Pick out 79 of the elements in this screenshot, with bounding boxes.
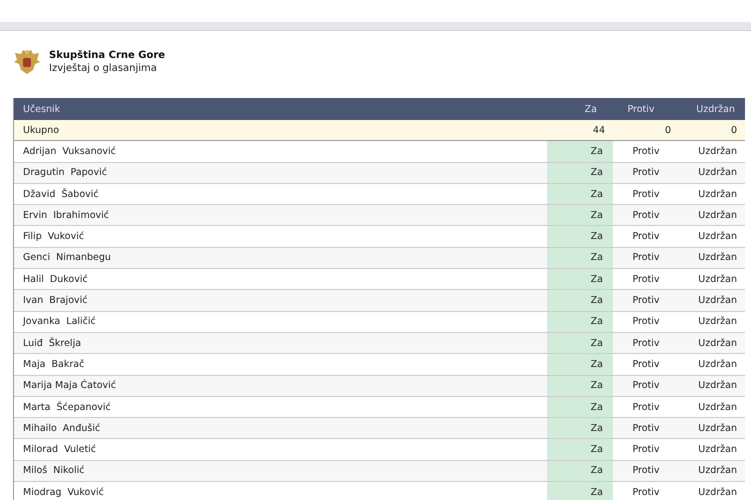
- parliament-title: Skupština Crne Gore: [49, 49, 166, 62]
- participant-name: Halil Duković: [22, 272, 89, 287]
- vote-cell: Za: [547, 376, 613, 396]
- vote-cell-text: Uzdržan: [697, 208, 738, 223]
- vote-cell-text: Uzdržan: [697, 379, 738, 394]
- vote-cell: Za: [547, 354, 613, 375]
- column-header: Uzdržan: [695, 102, 736, 116]
- vote-cell: Za: [547, 205, 613, 226]
- participant-name: Mihailo Anđušić: [22, 422, 102, 436]
- column-header: Učesnik: [22, 102, 62, 116]
- total-label: Ukupno: [22, 124, 60, 138]
- vote-cell: Za: [547, 226, 613, 247]
- vote-cell-text: Protiv: [631, 144, 661, 159]
- vote-cell: Za: [547, 248, 613, 268]
- vote-cell: Za: [547, 418, 613, 438]
- vote-cell: Za: [547, 290, 613, 311]
- vote-cell: Za: [547, 460, 613, 482]
- vote-cell-text: Protiv: [631, 486, 661, 500]
- vote-cell-text: Uzdržan: [697, 422, 738, 436]
- vote-cell-text: Protiv: [631, 188, 661, 202]
- participant-name: Maja Bakrač: [22, 358, 86, 372]
- vote-cell-text: Protiv: [631, 336, 661, 351]
- vote-cell: Za: [547, 396, 613, 418]
- vote-cell-text: Uzdržan: [697, 400, 738, 414]
- vote-cell-text: Uzdržan: [697, 272, 738, 287]
- column-header: Protiv: [626, 102, 656, 116]
- vote-cell: Za: [547, 439, 613, 460]
- vote-cell: Za: [547, 312, 613, 332]
- total-count: 0: [664, 124, 672, 138]
- total-count: 0: [730, 124, 738, 138]
- total-count: 44: [592, 124, 606, 138]
- report-subtitle: Izvještaj o glasanjima: [49, 62, 158, 75]
- vote-cell-text: Uzdržan: [697, 315, 738, 330]
- vote-cell-text: Uzdržan: [697, 486, 738, 500]
- crest-icon: [13, 48, 41, 76]
- vote-cell-text: Protiv: [631, 443, 661, 458]
- vote-cell: Za: [547, 162, 613, 183]
- vote-cell-text: Protiv: [631, 208, 661, 223]
- vote-cell-text: Uzdržan: [697, 230, 738, 244]
- participant-name: Adrijan Vuksanović: [22, 144, 117, 159]
- participant-name: Džavid Šabović: [22, 187, 100, 202]
- participant-name: Filip Vuković: [22, 230, 86, 244]
- participant-name: Marija Maja Ćatović: [22, 378, 118, 394]
- vote-cell-text: Protiv: [631, 422, 661, 436]
- vote-cell-text: Protiv: [631, 166, 661, 180]
- participant-name: Jovanka Laličić: [22, 315, 97, 330]
- participant-name: Luiđ Škrelja: [22, 336, 82, 351]
- vote-cell-text: Uzdržan: [697, 144, 738, 159]
- vote-cell: Za: [547, 332, 613, 354]
- vote-cell-text: Uzdržan: [697, 294, 738, 308]
- vote-cell: Za: [547, 184, 613, 204]
- vote-cell-text: Uzdržan: [697, 443, 738, 458]
- participant-name: Genci Nimanbegu: [22, 251, 112, 266]
- participant-name: Marta Šćepanović: [22, 400, 112, 414]
- vote-cell-text: Protiv: [631, 315, 661, 330]
- vote-cell-text: Protiv: [631, 379, 661, 394]
- vote-cell: Za: [547, 482, 613, 500]
- vote-cell: Za: [547, 141, 613, 162]
- vote-cell: Za: [547, 269, 613, 290]
- vote-cell-text: Protiv: [631, 464, 661, 478]
- vote-cell-text: Uzdržan: [697, 336, 738, 351]
- participant-name: Milorad Vuletić: [22, 443, 98, 458]
- column-header: Za: [584, 102, 598, 116]
- vote-cell-text: Protiv: [631, 294, 661, 308]
- vote-cell-text: Protiv: [631, 358, 661, 372]
- participant-name: Miloš Nikolić: [22, 464, 86, 478]
- participant-name: Dragutin Papović: [22, 166, 108, 180]
- vote-cell-text: Protiv: [631, 230, 661, 244]
- vote-cell-text: Uzdržan: [697, 464, 738, 478]
- vote-cell-text: Protiv: [631, 251, 661, 266]
- vote-cell-text: Protiv: [631, 272, 661, 287]
- participant-name: Ervin Ibrahimović: [22, 208, 110, 223]
- vote-cell-text: Uzdržan: [697, 188, 738, 202]
- vote-cell-text: Uzdržan: [697, 358, 738, 372]
- vote-cell-text: Uzdržan: [697, 166, 738, 180]
- vote-cell-text: Protiv: [631, 400, 661, 414]
- participant-name: Miodrag Vuković: [22, 486, 105, 500]
- participant-name: Ivan Brajović: [22, 294, 88, 308]
- vote-cell-text: Uzdržan: [697, 251, 738, 266]
